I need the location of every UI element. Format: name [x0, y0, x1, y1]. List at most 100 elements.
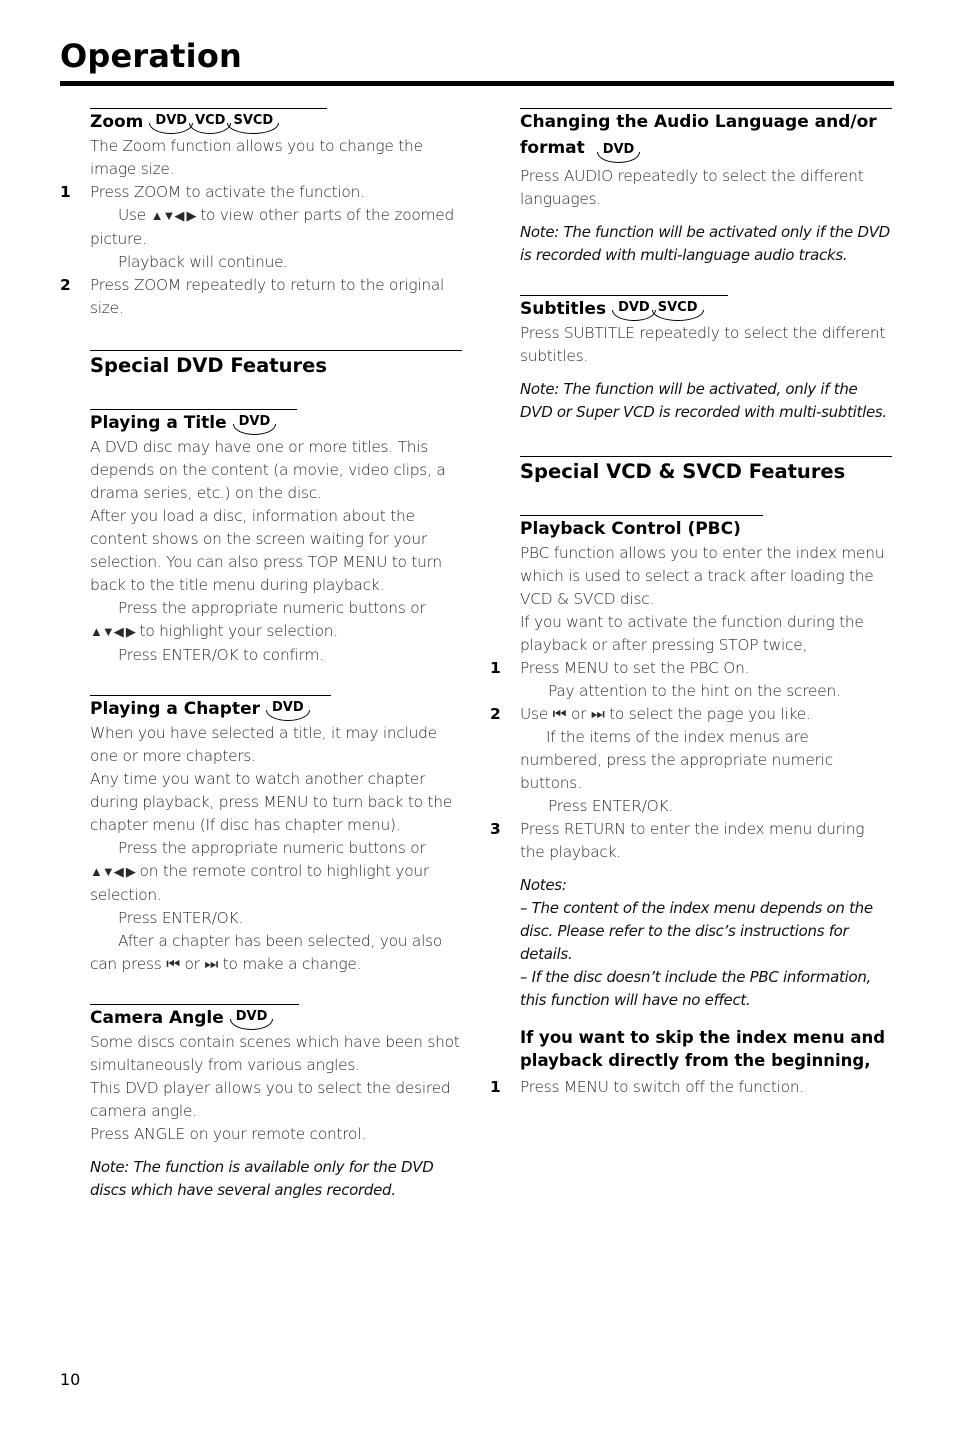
- heading-text: Zoom: [90, 112, 144, 132]
- section-special-dvd: Special DVD Features: [90, 350, 462, 381]
- text-post: to select the page you like.: [609, 705, 811, 723]
- step-number: 2: [490, 705, 501, 723]
- text: on the remote control to highlight your …: [90, 862, 429, 904]
- playing-chapter-p4: Press ENTER/OK.: [118, 909, 243, 927]
- section-subtitles: Subtitles DVD SVCD Press SUBTITLE repeat…: [520, 295, 892, 424]
- camera-angle-p1: Some discs contain scenes which have bee…: [90, 1033, 460, 1074]
- pbc-note-2: – If the disc doesn’t include the PBC in…: [520, 968, 871, 1009]
- step-text: Press ZOOM to activate the function.: [90, 183, 365, 201]
- subtitles-heading: Subtitles DVD SVCD: [520, 296, 892, 322]
- step-number: 1: [490, 1078, 501, 1096]
- left-column: Zoom DVD VCD SVCD The Zoom function allo…: [60, 100, 462, 1202]
- section-pbc: Playback Control (PBC) PBC function allo…: [490, 515, 892, 1099]
- heading-text: Camera Angle: [90, 1008, 224, 1028]
- camera-angle-p3: Press ANGLE on your remote control.: [90, 1125, 366, 1143]
- pbc-p2: If you want to activate the function dur…: [520, 613, 864, 654]
- title-rule: [60, 81, 894, 86]
- step-number: 1: [490, 659, 501, 677]
- zoom-step-1: 1 Press ZOOM to activate the function.: [60, 181, 462, 204]
- section-playing-title: Playing a Title DVD A DVD disc may have …: [90, 409, 462, 667]
- section-special-vcd: Special VCD & SVCD Features: [520, 456, 892, 487]
- playing-chapter-p3: ▲▼◀ ▶ on the remote control to highlight…: [90, 860, 462, 907]
- zoom-step-1-sub2: Playback will continue.: [118, 253, 288, 271]
- audio-language-heading: Changing the Audio Language and/or forma…: [520, 109, 892, 163]
- previous-track-icon: ⏮: [166, 955, 180, 973]
- step-number: 3: [490, 820, 501, 838]
- svcd-disc-icon: SVCD: [227, 113, 280, 134]
- pbc-step-1: 1 Press MENU to set the PBC On.: [490, 657, 892, 680]
- svcd-disc-icon: SVCD: [651, 300, 704, 321]
- playing-chapter-p2: Any time you want to watch another chapt…: [90, 770, 452, 834]
- text-or: or: [570, 705, 587, 723]
- sub-text: If the items of the index menus are numb…: [520, 728, 833, 792]
- playing-chapter-p3-pre: Press the appropriate numeric buttons or: [118, 839, 426, 857]
- sub-text-pre: Use: [118, 206, 147, 224]
- vcd-disc-icon: VCD: [189, 113, 232, 134]
- dvd-disc-icon: DVD: [596, 142, 641, 163]
- section-audio-language: Changing the Audio Language and/or forma…: [520, 108, 892, 267]
- step-number: 1: [60, 183, 71, 201]
- heading-text-line2: format: [520, 138, 585, 158]
- arrow-keys-icon: ▲▼◀ ▶: [90, 625, 136, 640]
- pbc-p1: PBC function allows you to enter the ind…: [520, 544, 885, 608]
- audio-language-p1: Press AUDIO repeatedly to select the dif…: [520, 167, 864, 208]
- playing-title-p1: A DVD disc may have one or more titles. …: [90, 438, 446, 502]
- pbc-note-1: – The content of the index menu depends …: [520, 899, 873, 963]
- page-number: 10: [60, 1370, 81, 1389]
- camera-angle-note: Note: The function is available only for…: [90, 1158, 434, 1199]
- pbc-step-1-sub: Pay attention to the hint on the screen.: [548, 682, 841, 700]
- pbc-heading: Playback Control (PBC): [520, 519, 741, 539]
- playing-title-p3: ▲▼◀ ▶ to highlight your selection.: [90, 620, 462, 644]
- next-track-icon: ⏭: [590, 705, 605, 723]
- zoom-intro: The Zoom function allows you to change t…: [90, 137, 423, 178]
- special-vcd-heading: Special VCD & SVCD Features: [520, 460, 846, 483]
- text: to highlight your selection.: [139, 622, 339, 640]
- dvd-disc-icon: DVD: [265, 700, 310, 721]
- pbc-skip-step-1: 1 Press MENU to switch off the function.: [490, 1076, 892, 1099]
- playing-chapter-p1: When you have selected a title, it may i…: [90, 724, 437, 765]
- camera-angle-heading: Camera Angle DVD: [90, 1005, 462, 1031]
- camera-angle-p2: This DVD player allows you to select the…: [90, 1079, 451, 1120]
- pbc-step-2-sub1: If the items of the index menus are numb…: [520, 726, 892, 795]
- previous-track-icon: ⏮: [552, 705, 567, 723]
- step-number: 2: [60, 276, 71, 294]
- arrow-keys-icon: ▲▼◀ ▶: [90, 865, 136, 880]
- zoom-step-1-sub: Use ▲▼◀ ▶ to view other parts of the zoo…: [90, 204, 462, 251]
- section-zoom: Zoom DVD VCD SVCD The Zoom function allo…: [60, 108, 462, 320]
- pbc-skip-heading: If you want to skip the index menu and p…: [520, 1028, 886, 1070]
- section-playing-chapter: Playing a Chapter DVD When you have sele…: [90, 695, 462, 976]
- pbc-notes-label: Notes:: [520, 876, 567, 894]
- audio-language-note: Note: The function will be activated onl…: [520, 223, 890, 264]
- step-text: Press RETURN to enter the index menu dur…: [520, 820, 865, 861]
- dvd-disc-icon: DVD: [232, 414, 277, 435]
- step-text: Press MENU to switch off the function.: [520, 1078, 804, 1096]
- playing-title-heading: Playing a Title DVD: [90, 410, 462, 436]
- heading-text-line1: Changing the Audio Language and/or: [520, 112, 877, 132]
- heading-text: Playing a Chapter: [90, 699, 260, 719]
- dvd-disc-icon: DVD: [149, 113, 193, 134]
- text-or: or: [184, 955, 200, 973]
- text-pre: Use: [520, 705, 549, 723]
- heading-text: Playing a Title: [90, 413, 227, 433]
- next-track-icon: ⏭: [204, 955, 218, 973]
- step-text: Press MENU to set the PBC On.: [520, 659, 750, 677]
- zoom-step-2: 2 Press ZOOM repeatedly to return to the…: [60, 274, 462, 320]
- heading-text: Subtitles: [520, 299, 607, 319]
- subtitles-p1: Press SUBTITLE repeatedly to select the …: [520, 324, 886, 365]
- pbc-step-2-sub2: Press ENTER/OK.: [548, 797, 673, 815]
- page-title: Operation: [60, 37, 243, 75]
- dvd-disc-icon: DVD: [612, 300, 656, 321]
- zoom-heading: Zoom DVD VCD SVCD: [90, 109, 462, 135]
- playing-title-p3-pre: Press the appropriate numeric buttons or: [118, 599, 426, 617]
- playing-title-p4: Press ENTER/OK to confirm.: [118, 646, 324, 664]
- playing-title-p2: After you load a disc, information about…: [90, 507, 442, 594]
- playing-chapter-heading: Playing a Chapter DVD: [90, 696, 462, 722]
- step-text: Press ZOOM repeatedly to return to the o…: [90, 276, 445, 317]
- section-camera-angle: Camera Angle DVD Some discs contain scen…: [90, 1004, 462, 1202]
- subtitles-note: Note: The function will be activated, on…: [520, 380, 887, 421]
- pbc-step-3: 3 Press RETURN to enter the index menu d…: [490, 818, 892, 864]
- right-column: Changing the Audio Language and/or forma…: [490, 100, 892, 1099]
- dvd-disc-icon: DVD: [229, 1009, 274, 1030]
- playing-chapter-p5: After a chapter has been selected, you a…: [90, 930, 462, 976]
- text-post: to make a change.: [222, 955, 362, 973]
